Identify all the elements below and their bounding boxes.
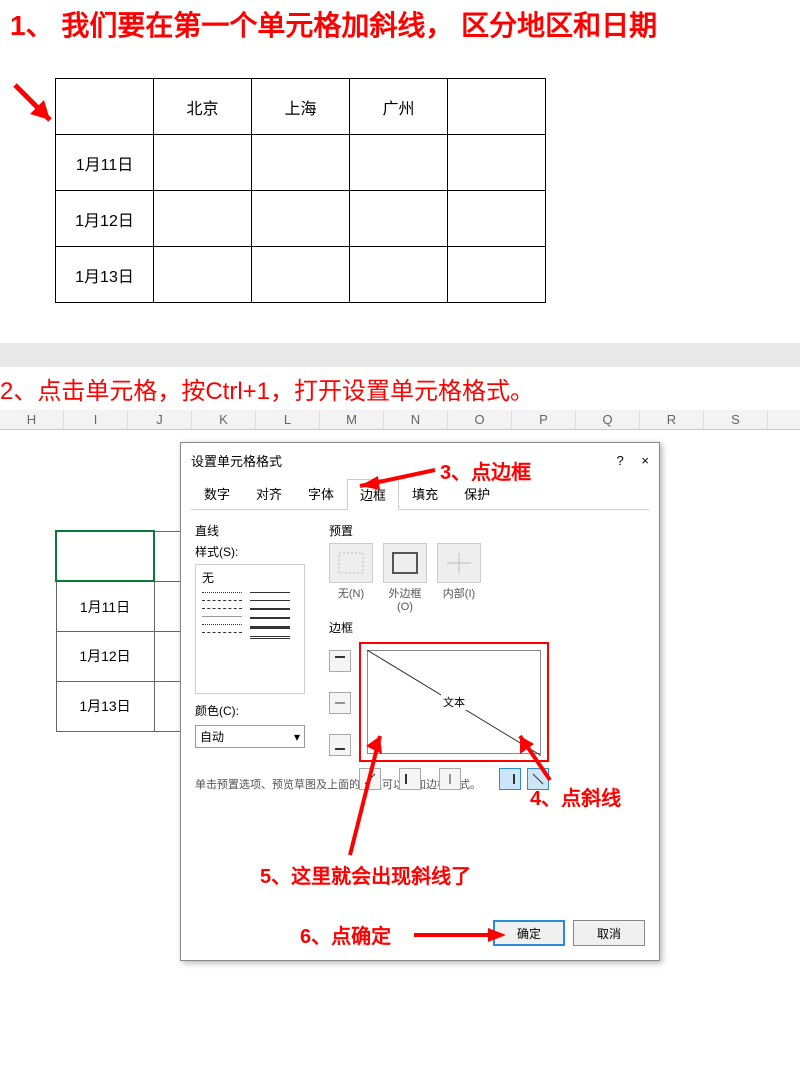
column-header[interactable]: S: [704, 410, 768, 429]
column-header[interactable]: I: [64, 410, 128, 429]
line-style-option[interactable]: [202, 592, 242, 593]
table-cell: [448, 191, 546, 247]
tab-数字[interactable]: 数字: [191, 478, 243, 509]
table-header-cell: [448, 79, 546, 135]
table-row-label: 1月12日: [56, 191, 154, 247]
help-icon[interactable]: ?: [617, 453, 624, 468]
table-cell: [350, 191, 448, 247]
color-value: 自动: [200, 728, 224, 745]
preset-none-button[interactable]: [329, 543, 373, 583]
arrow-icon: [10, 80, 60, 130]
chevron-down-icon: ▾: [294, 730, 300, 744]
table-cell: [350, 247, 448, 303]
tab-字体[interactable]: 字体: [295, 478, 347, 509]
column-header[interactable]: N: [384, 410, 448, 429]
table-cell: [350, 135, 448, 191]
style-label: 样式(S):: [195, 543, 315, 560]
table-row-label: 1月13日: [56, 681, 154, 731]
line-style-option[interactable]: [202, 608, 242, 609]
table-header-cell: 上海: [252, 79, 350, 135]
line-style-option[interactable]: [250, 600, 290, 601]
table-header-cell: 广州: [350, 79, 448, 135]
dialog-title: 设置单元格格式: [191, 451, 282, 470]
tab-对齐[interactable]: 对齐: [243, 478, 295, 509]
table-cell: [252, 135, 350, 191]
style-list[interactable]: 无: [195, 564, 305, 694]
style-none[interactable]: 无: [202, 569, 298, 586]
column-header[interactable]: M: [320, 410, 384, 429]
preview-text: 文本: [441, 694, 467, 710]
column-header[interactable]: O: [448, 410, 512, 429]
preset-outer-label: 外边框(O): [383, 585, 427, 613]
border-middle-h-button[interactable]: [329, 692, 351, 714]
column-header[interactable]: H: [0, 410, 64, 429]
table-cell: [252, 191, 350, 247]
arrow-icon: [510, 730, 570, 785]
line-style-option[interactable]: [202, 624, 242, 625]
gray-band: [0, 343, 800, 367]
anno3: 3、点边框: [440, 456, 531, 485]
table-row-label: 1月11日: [56, 581, 154, 631]
example-table-1: 北京上海广州 1月11日1月12日1月13日: [55, 78, 546, 303]
preset-outer-button[interactable]: [383, 543, 427, 583]
line-style-option[interactable]: [250, 617, 290, 619]
border-left-button[interactable]: [399, 768, 421, 790]
close-icon[interactable]: ×: [641, 453, 649, 468]
step1-text: 1、 我们要在第一个单元格加斜线， 区分地区和日期: [0, 0, 800, 48]
cancel-button[interactable]: 取消: [573, 920, 645, 946]
line-style-option[interactable]: [250, 608, 290, 610]
border-top-button[interactable]: [329, 650, 351, 672]
table-row-label: 1月11日: [56, 135, 154, 191]
preset-inner-button[interactable]: [437, 543, 481, 583]
arrow-icon: [350, 464, 440, 494]
arrow-icon: [330, 730, 390, 860]
line-style-option[interactable]: [250, 636, 290, 639]
arrow-icon: [410, 924, 510, 946]
step2-text: 2、点击单元格，按Ctrl+1，打开设置单元格格式。: [0, 367, 800, 410]
line-style-option[interactable]: [202, 600, 242, 601]
table-cell: [154, 191, 252, 247]
line-style-option[interactable]: [202, 616, 242, 617]
border-label: 边框: [329, 619, 645, 636]
line-style-option[interactable]: [250, 626, 290, 629]
table-row-label: 1月12日: [56, 631, 154, 681]
table-cell: [448, 247, 546, 303]
table-header-cell: 北京: [154, 79, 252, 135]
spreadsheet-column-headers: HIJKLMNOPQRS: [0, 410, 800, 430]
preset-inner-label: 内部(I): [437, 585, 481, 613]
line-style-option[interactable]: [202, 632, 242, 633]
line-style-option[interactable]: [250, 592, 290, 593]
preset-label: 预置: [329, 522, 645, 539]
column-header[interactable]: P: [512, 410, 576, 429]
anno5: 5、这里就会出现斜线了: [260, 860, 471, 889]
anno6: 6、点确定: [300, 920, 391, 949]
table-cell: [154, 135, 252, 191]
column-header[interactable]: K: [192, 410, 256, 429]
column-header[interactable]: R: [640, 410, 704, 429]
line-section-label: 直线: [195, 522, 315, 539]
preset-none-label: 无(N): [329, 585, 373, 613]
color-label: 颜色(C):: [195, 702, 315, 719]
color-dropdown[interactable]: 自动 ▾: [195, 725, 305, 748]
table-cell: [252, 247, 350, 303]
border-middle-v-button[interactable]: [439, 768, 461, 790]
table-row-label: 1月13日: [56, 247, 154, 303]
anno4: 4、点斜线: [530, 782, 621, 811]
column-header[interactable]: Q: [576, 410, 640, 429]
table-header-cell: [56, 79, 154, 135]
column-header[interactable]: J: [128, 410, 192, 429]
table-cell: [154, 247, 252, 303]
table-cell: [448, 135, 546, 191]
column-header[interactable]: L: [256, 410, 320, 429]
